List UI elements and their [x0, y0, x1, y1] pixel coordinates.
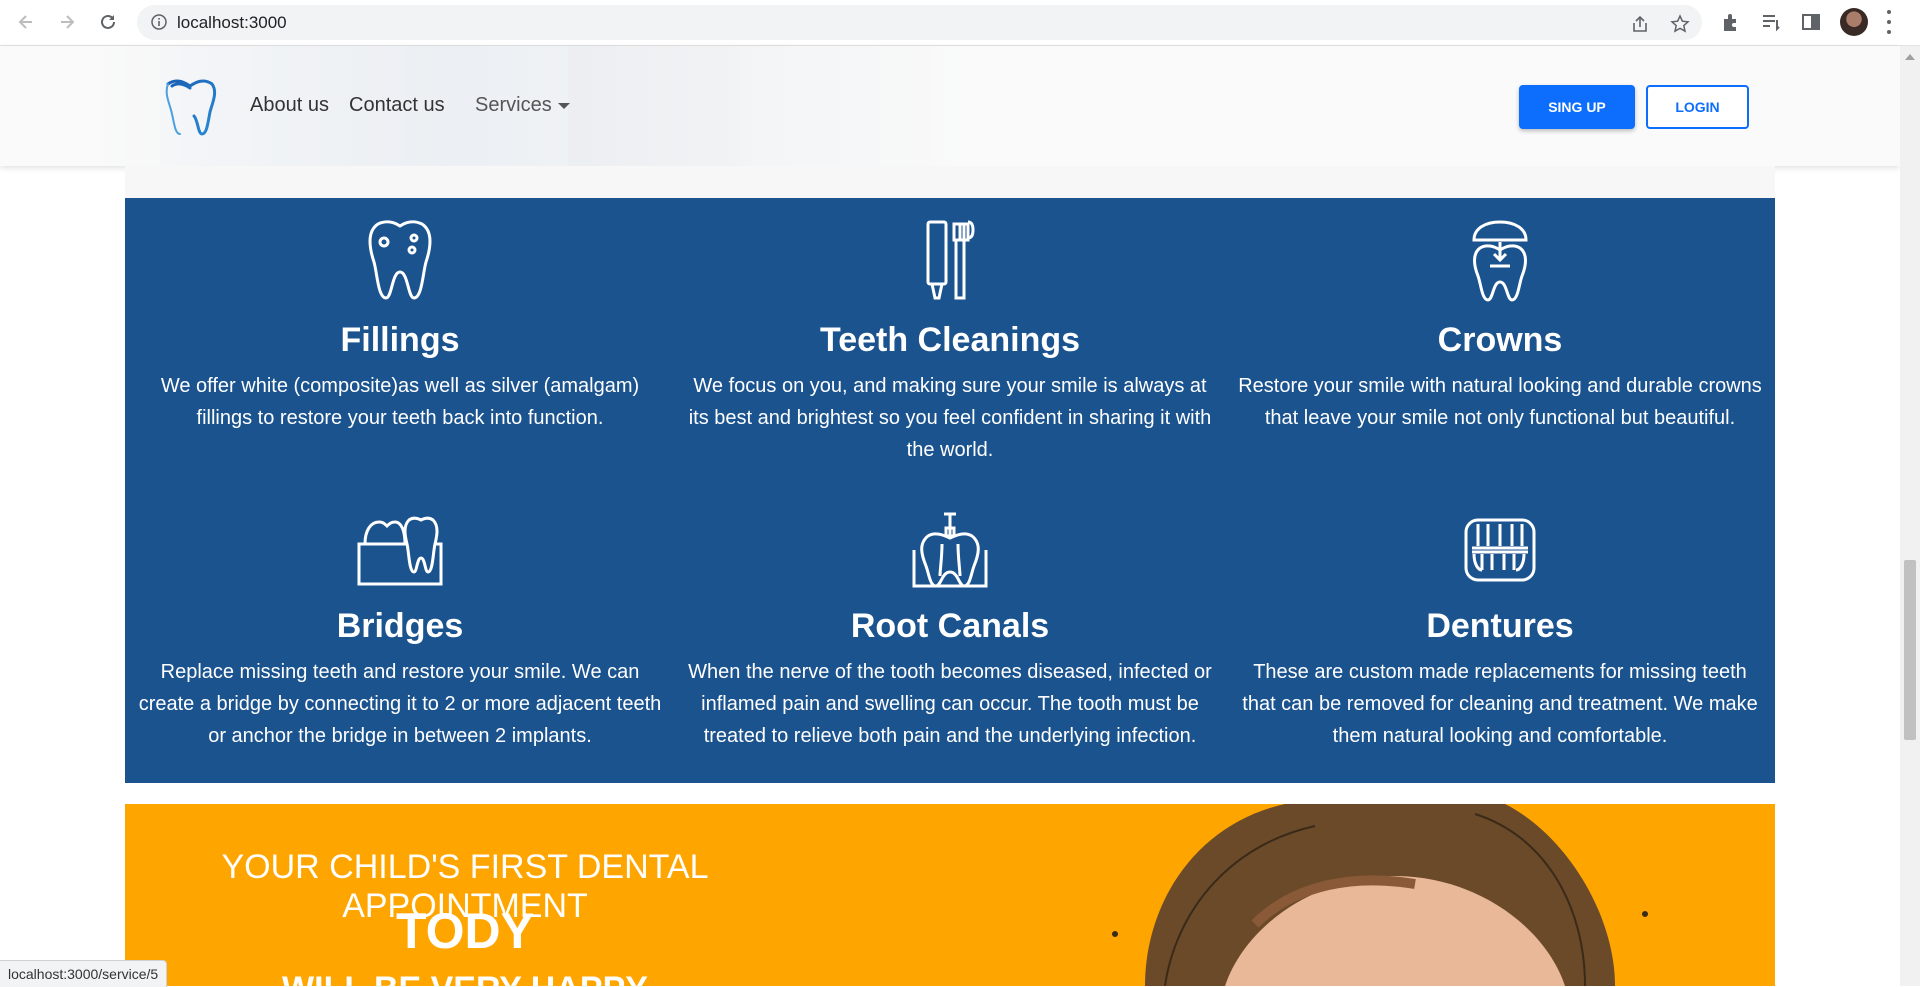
site-navbar: About us Contact us Services SING UP LOG…: [0, 46, 1900, 166]
service-title: Root Canals: [850, 607, 1050, 645]
service-title: Crowns: [1437, 321, 1563, 359]
service-card-fillings[interactable]: Fillings We offer white (composite)as we…: [125, 218, 675, 434]
service-card-dentures[interactable]: Dentures These are custom made replaceme…: [1225, 510, 1775, 752]
share-icon[interactable]: [1630, 14, 1650, 34]
service-description: When the nerve of the tooth becomes dise…: [688, 661, 1212, 747]
service-card-teeth-cleanings[interactable]: Teeth Cleanings We focus on you, and mak…: [675, 218, 1225, 466]
address-bar[interactable]: localhost:3000: [137, 5, 1702, 40]
status-url-bubble: localhost:3000/service/5: [0, 960, 168, 987]
profile-avatar[interactable]: [1840, 8, 1868, 36]
service-description: These are custom made replacements for m…: [1242, 661, 1758, 747]
bridge-icon: [357, 516, 443, 586]
reading-list-icon[interactable]: [1760, 11, 1782, 33]
nav-services-dropdown[interactable]: Services: [475, 94, 570, 117]
tooth-logo-icon[interactable]: [160, 76, 220, 140]
forward-arrow-icon[interactable]: [54, 9, 80, 35]
caret-down-icon: [557, 102, 570, 109]
side-panel-icon[interactable]: [1800, 11, 1822, 33]
promo-line-2: TODY: [396, 903, 534, 959]
info-icon[interactable]: [151, 14, 167, 30]
services-section: Fillings We offer white (composite)as we…: [125, 198, 1775, 783]
service-title: Fillings: [340, 321, 460, 359]
service-card-crowns[interactable]: Crowns Restore your smile with natural l…: [1225, 218, 1775, 434]
tooth-filling-icon: [368, 220, 432, 300]
service-title: Teeth Cleanings: [819, 321, 1081, 359]
toothbrush-icon: [926, 220, 975, 300]
service-description: Restore your smile with natural looking …: [1238, 375, 1762, 429]
browser-menu-icon[interactable]: [1886, 10, 1892, 34]
child-appointment-banner: YOUR CHILD'S FIRST DENTAL APPOINTMENT TO…: [125, 804, 1775, 986]
browser-toolbar: localhost:3000: [0, 0, 1920, 46]
service-title: Dentures: [1426, 607, 1574, 645]
scrollbar-thumb[interactable]: [1904, 560, 1916, 740]
dentures-icon: [1464, 518, 1536, 582]
section-divider: [125, 166, 1775, 198]
child-photo: [1112, 804, 1648, 986]
service-description: We offer white (composite)as well as sil…: [160, 375, 640, 429]
url-text[interactable]: localhost:3000: [177, 13, 287, 33]
service-card-bridges[interactable]: Bridges Replace missing teeth and restor…: [125, 510, 675, 752]
service-title: Bridges: [336, 607, 464, 645]
service-description: We focus on you, and making sure your sm…: [688, 375, 1212, 461]
bookmark-star-icon[interactable]: [1670, 14, 1690, 34]
reload-icon[interactable]: [95, 9, 121, 35]
scroll-up-icon[interactable]: [1905, 54, 1915, 60]
promo-line-3: WILL BE VERY HAPPY: [185, 970, 745, 986]
page-scrollbar[interactable]: [1900, 46, 1920, 986]
root-canal-icon: [912, 512, 988, 588]
service-description: Replace missing teeth and restore your s…: [138, 661, 662, 747]
back-arrow-icon[interactable]: [13, 9, 39, 35]
crown-icon: [1472, 220, 1528, 302]
nav-contact-link[interactable]: Contact us: [349, 94, 445, 117]
nav-about-link[interactable]: About us: [250, 94, 329, 117]
signup-button[interactable]: SING UP: [1519, 85, 1635, 129]
nav-services-label: Services: [475, 94, 552, 116]
login-button[interactable]: LOGIN: [1646, 85, 1749, 129]
extensions-puzzle-icon[interactable]: [1720, 11, 1742, 33]
service-card-root-canals[interactable]: Root Canals When the nerve of the tooth …: [675, 510, 1225, 752]
